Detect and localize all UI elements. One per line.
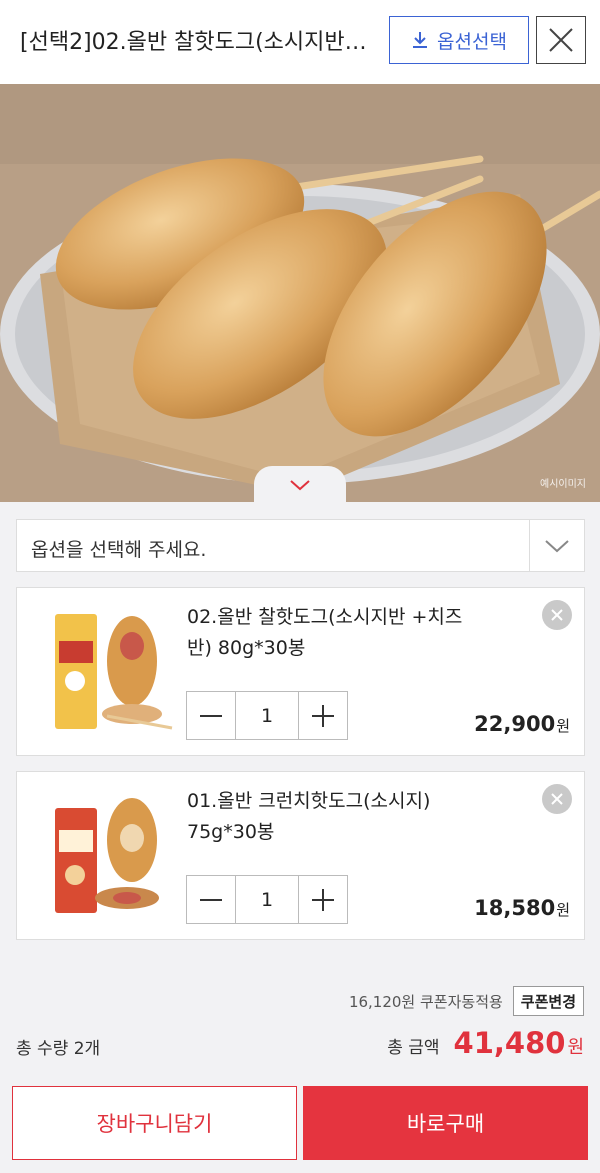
chevron-down-icon (290, 480, 310, 491)
cart-item: 01.올반 크런치핫도그(소시지) 75g*30봉 1 18,580원 (16, 771, 585, 940)
sample-image-note: 예시이미지 (540, 479, 586, 490)
close-icon (551, 793, 563, 805)
decrease-button[interactable] (187, 876, 235, 923)
change-coupon-button[interactable]: 쿠폰변경 (512, 986, 584, 1016)
item-price: 18,580원 (474, 896, 570, 920)
total-amount-value: 41,480 (453, 1026, 566, 1060)
option-dropdown-placeholder: 옵션을 선택해 주세요. (31, 539, 207, 561)
buy-now-button[interactable]: 바로구매 (303, 1086, 588, 1160)
product-photo: 예시이미지 (0, 84, 600, 502)
close-icon (551, 609, 563, 621)
header: [선택2]02.올반 찰핫도그(소시지반… 옵션선택 (0, 0, 600, 84)
quantity-stepper: 1 (186, 875, 348, 924)
cart-item: 02.올반 찰핫도그(소시지반 +치즈반) 80g*30봉 1 22,900원 (16, 587, 585, 756)
option-dropdown[interactable]: 옵션을 선택해 주세요. (16, 519, 585, 572)
option-select-label: 옵션선택 (437, 30, 507, 53)
minus-icon (200, 898, 222, 901)
remove-item-button[interactable] (542, 784, 572, 814)
remove-item-button[interactable] (542, 600, 572, 630)
plus-icon (312, 888, 334, 911)
product-thumbnail (55, 614, 173, 730)
product-thumbnail (55, 798, 159, 913)
coupon-line: 16,120원 쿠폰자동적용 쿠폰변경 (349, 986, 584, 1016)
add-to-cart-button[interactable]: 장바구니담기 (12, 1086, 297, 1160)
item-name: 01.올반 크런치핫도그(소시지) 75g*30봉 (187, 790, 431, 843)
item-price-currency: 원 (556, 717, 570, 735)
minus-icon (200, 714, 222, 717)
download-icon (413, 32, 428, 48)
collapse-photo-button[interactable] (254, 466, 346, 504)
increase-button[interactable] (299, 692, 347, 739)
total-amount-label: 총 금액 (387, 1038, 440, 1058)
increase-button[interactable] (299, 876, 347, 923)
page-title: [선택2]02.올반 찰핫도그(소시지반… (20, 30, 367, 55)
total-amount-currency: 원 (567, 1037, 584, 1058)
corndog-illustration (0, 84, 600, 502)
quantity-value[interactable]: 1 (235, 692, 299, 739)
close-icon (549, 28, 573, 52)
quantity-value[interactable]: 1 (235, 876, 299, 923)
option-select-button[interactable]: 옵션선택 (389, 16, 529, 64)
dropdown-arrow[interactable] (529, 520, 584, 571)
plus-icon (312, 704, 334, 727)
close-button[interactable] (536, 16, 586, 64)
total-amount: 총 금액 41,480 원 (387, 1026, 584, 1060)
total-quantity: 총 수량 2개 (16, 1039, 101, 1059)
coupon-applied-text: 16,120원 쿠폰자동적용 (348, 992, 503, 1011)
item-price-value: 22,900 (474, 712, 556, 736)
item-price: 22,900원 (474, 712, 570, 736)
chevron-down-icon (545, 539, 569, 552)
item-price-currency: 원 (556, 901, 570, 919)
decrease-button[interactable] (187, 692, 235, 739)
item-price-value: 18,580 (474, 896, 556, 920)
item-name: 02.올반 찰핫도그(소시지반 +치즈반) 80g*30봉 (187, 606, 463, 659)
quantity-stepper: 1 (186, 691, 348, 740)
